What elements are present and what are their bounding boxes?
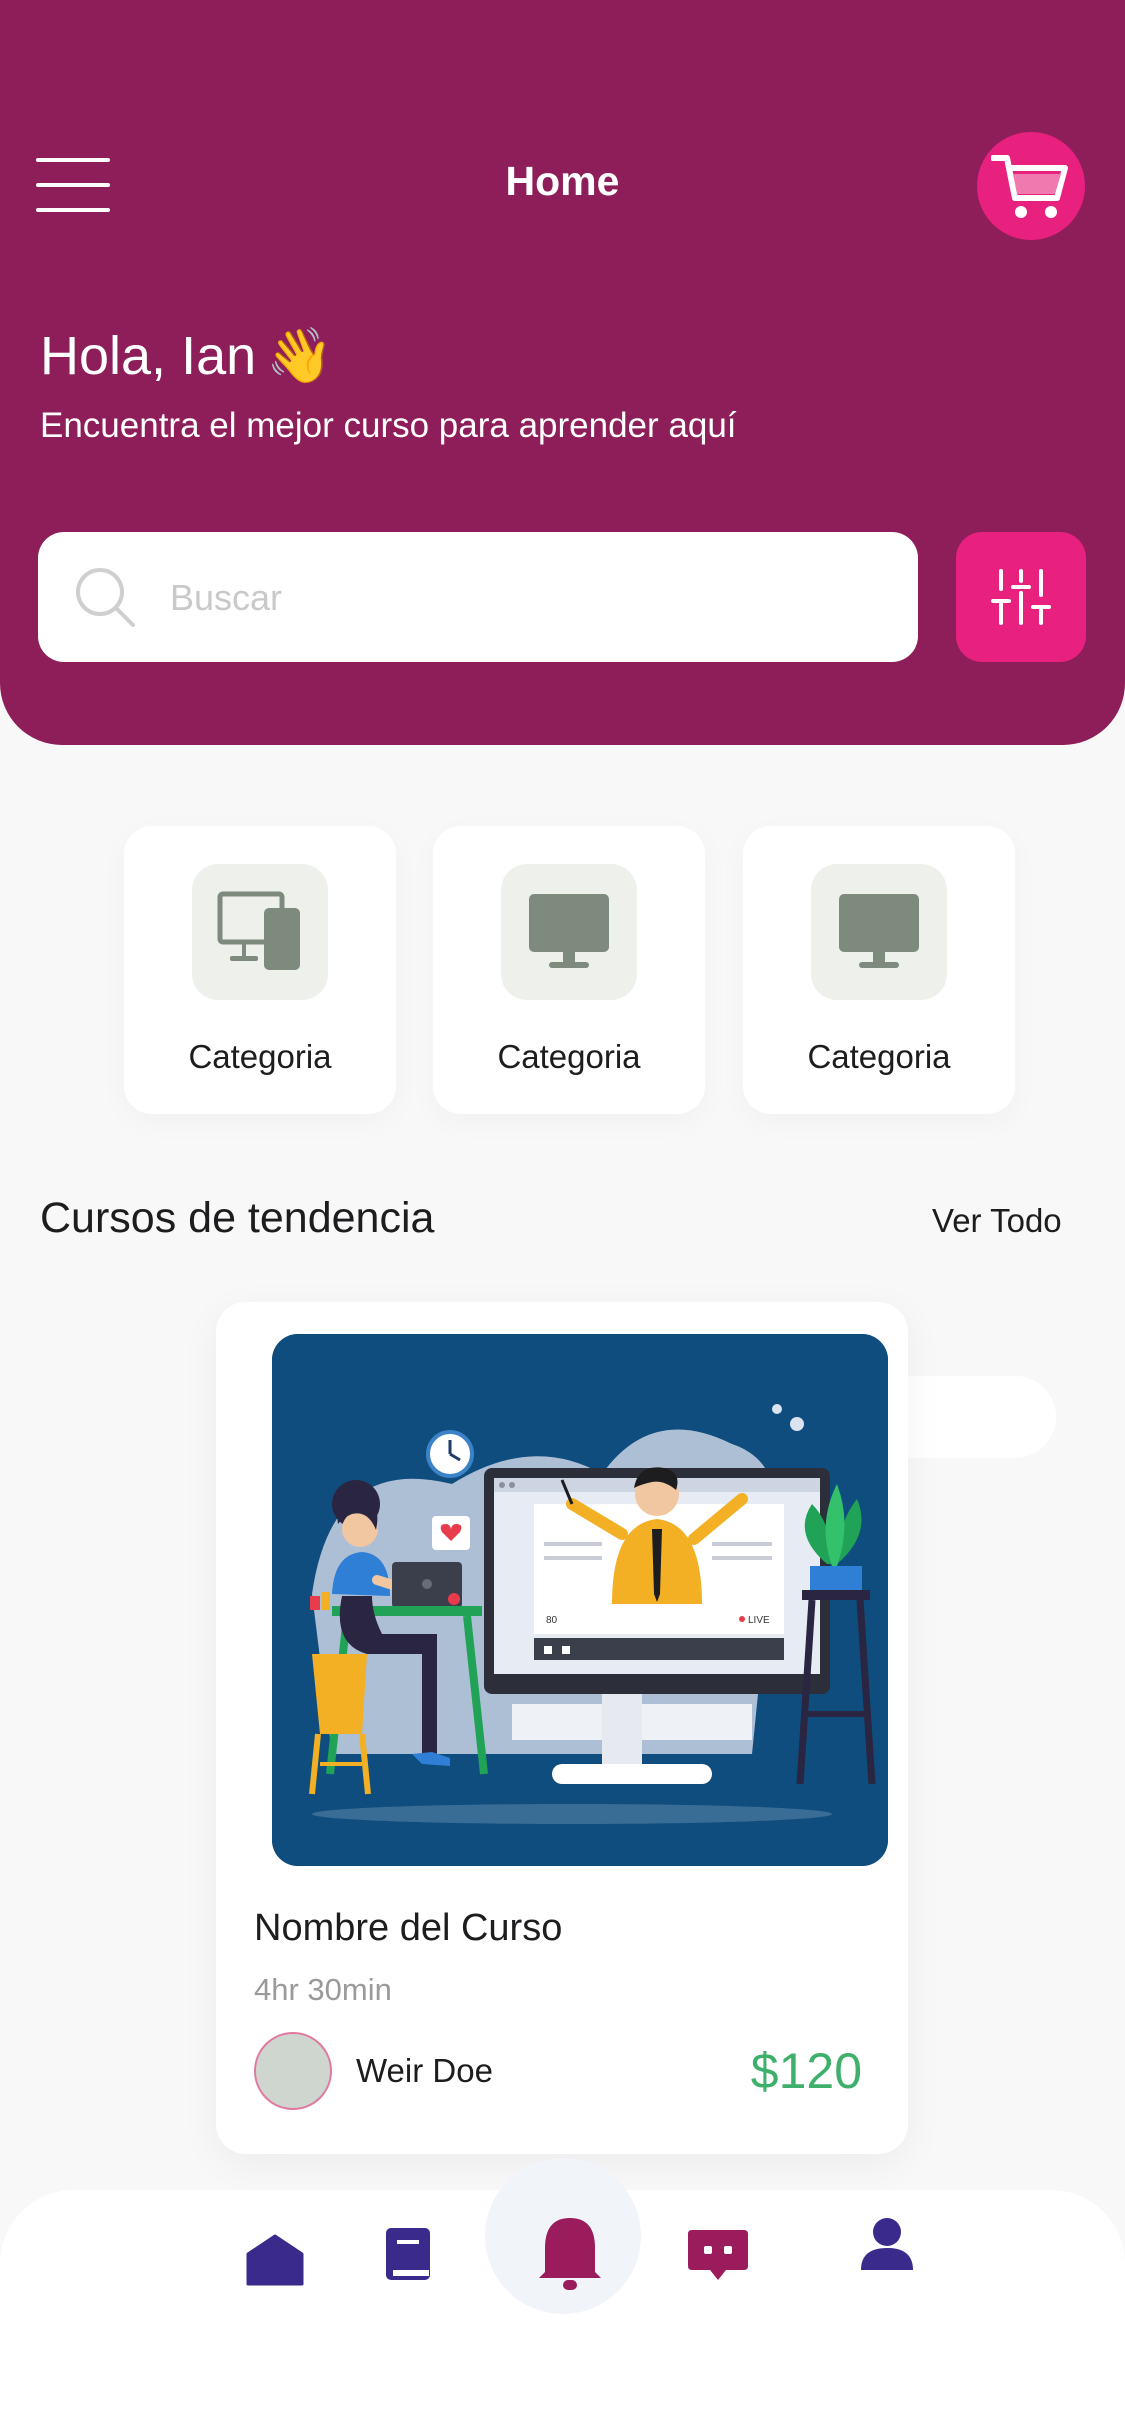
- nav-courses[interactable]: [383, 2226, 433, 2289]
- course-price: $120: [750, 2043, 862, 2099]
- waving-hand-icon: 👋: [266, 326, 334, 386]
- page-title: Home: [505, 158, 620, 204]
- header: Home Hola, Ian 👋 Encuentra el mejor curso…: [0, 0, 1125, 745]
- search-bar[interactable]: [38, 532, 918, 662]
- monitor-icon: [839, 894, 919, 968]
- monitor-icon: [529, 894, 609, 968]
- nav-notifications[interactable]: [537, 2214, 603, 2299]
- sliders-icon: [991, 569, 1051, 625]
- category-label: Categoria: [497, 1038, 641, 1075]
- filter-button[interactable]: [956, 532, 1086, 662]
- cart-icon: [991, 155, 1068, 218]
- category-card[interactable]: Categoria: [743, 826, 1015, 1114]
- course-illustration: 80 LIVE: [272, 1334, 888, 1866]
- course-duration: 4hr 30min: [254, 1972, 392, 2007]
- category-label: Categoria: [188, 1038, 332, 1075]
- nav-profile[interactable]: [857, 2216, 917, 2277]
- chat-icon: [688, 2230, 748, 2280]
- category-icon-tile: [501, 864, 637, 1000]
- greeting-subtitle: Encuentra el mejor curso para aprender a…: [40, 406, 737, 445]
- live-badge: LIVE: [748, 1615, 770, 1626]
- bell-icon: [539, 2218, 601, 2290]
- instructor-name: Weir Doe: [356, 2052, 493, 2089]
- nav-home[interactable]: [246, 2234, 304, 2291]
- category-icon-tile: [811, 864, 947, 1000]
- devices-icon: [217, 891, 300, 970]
- search-icon: [76, 568, 135, 627]
- cart-button[interactable]: [977, 132, 1085, 240]
- see-all-link[interactable]: Ver Todo: [932, 1202, 1062, 1240]
- profile-icon: [861, 2218, 913, 2270]
- greeting: Hola, Ian 👋: [40, 326, 334, 386]
- nav-messages[interactable]: [686, 2228, 750, 2289]
- instructor-avatar: [254, 2032, 332, 2110]
- book-icon: [386, 2228, 430, 2280]
- trending-section-title: Cursos de tendencia: [40, 1194, 435, 1242]
- viewer-count-badge: 80: [546, 1615, 558, 1626]
- category-label: Categoria: [807, 1038, 951, 1075]
- category-card[interactable]: Categoria: [433, 826, 705, 1114]
- category-icon-tile: [192, 864, 328, 1000]
- course-name: Nombre del Curso: [254, 1907, 563, 1949]
- category-card[interactable]: Categoria: [124, 826, 396, 1114]
- course-card[interactable]: 80 LIVE Nombre del Curso 4hr 30min Weir …: [216, 1302, 908, 2154]
- home-icon: [246, 2234, 304, 2286]
- search-input[interactable]: [168, 562, 872, 634]
